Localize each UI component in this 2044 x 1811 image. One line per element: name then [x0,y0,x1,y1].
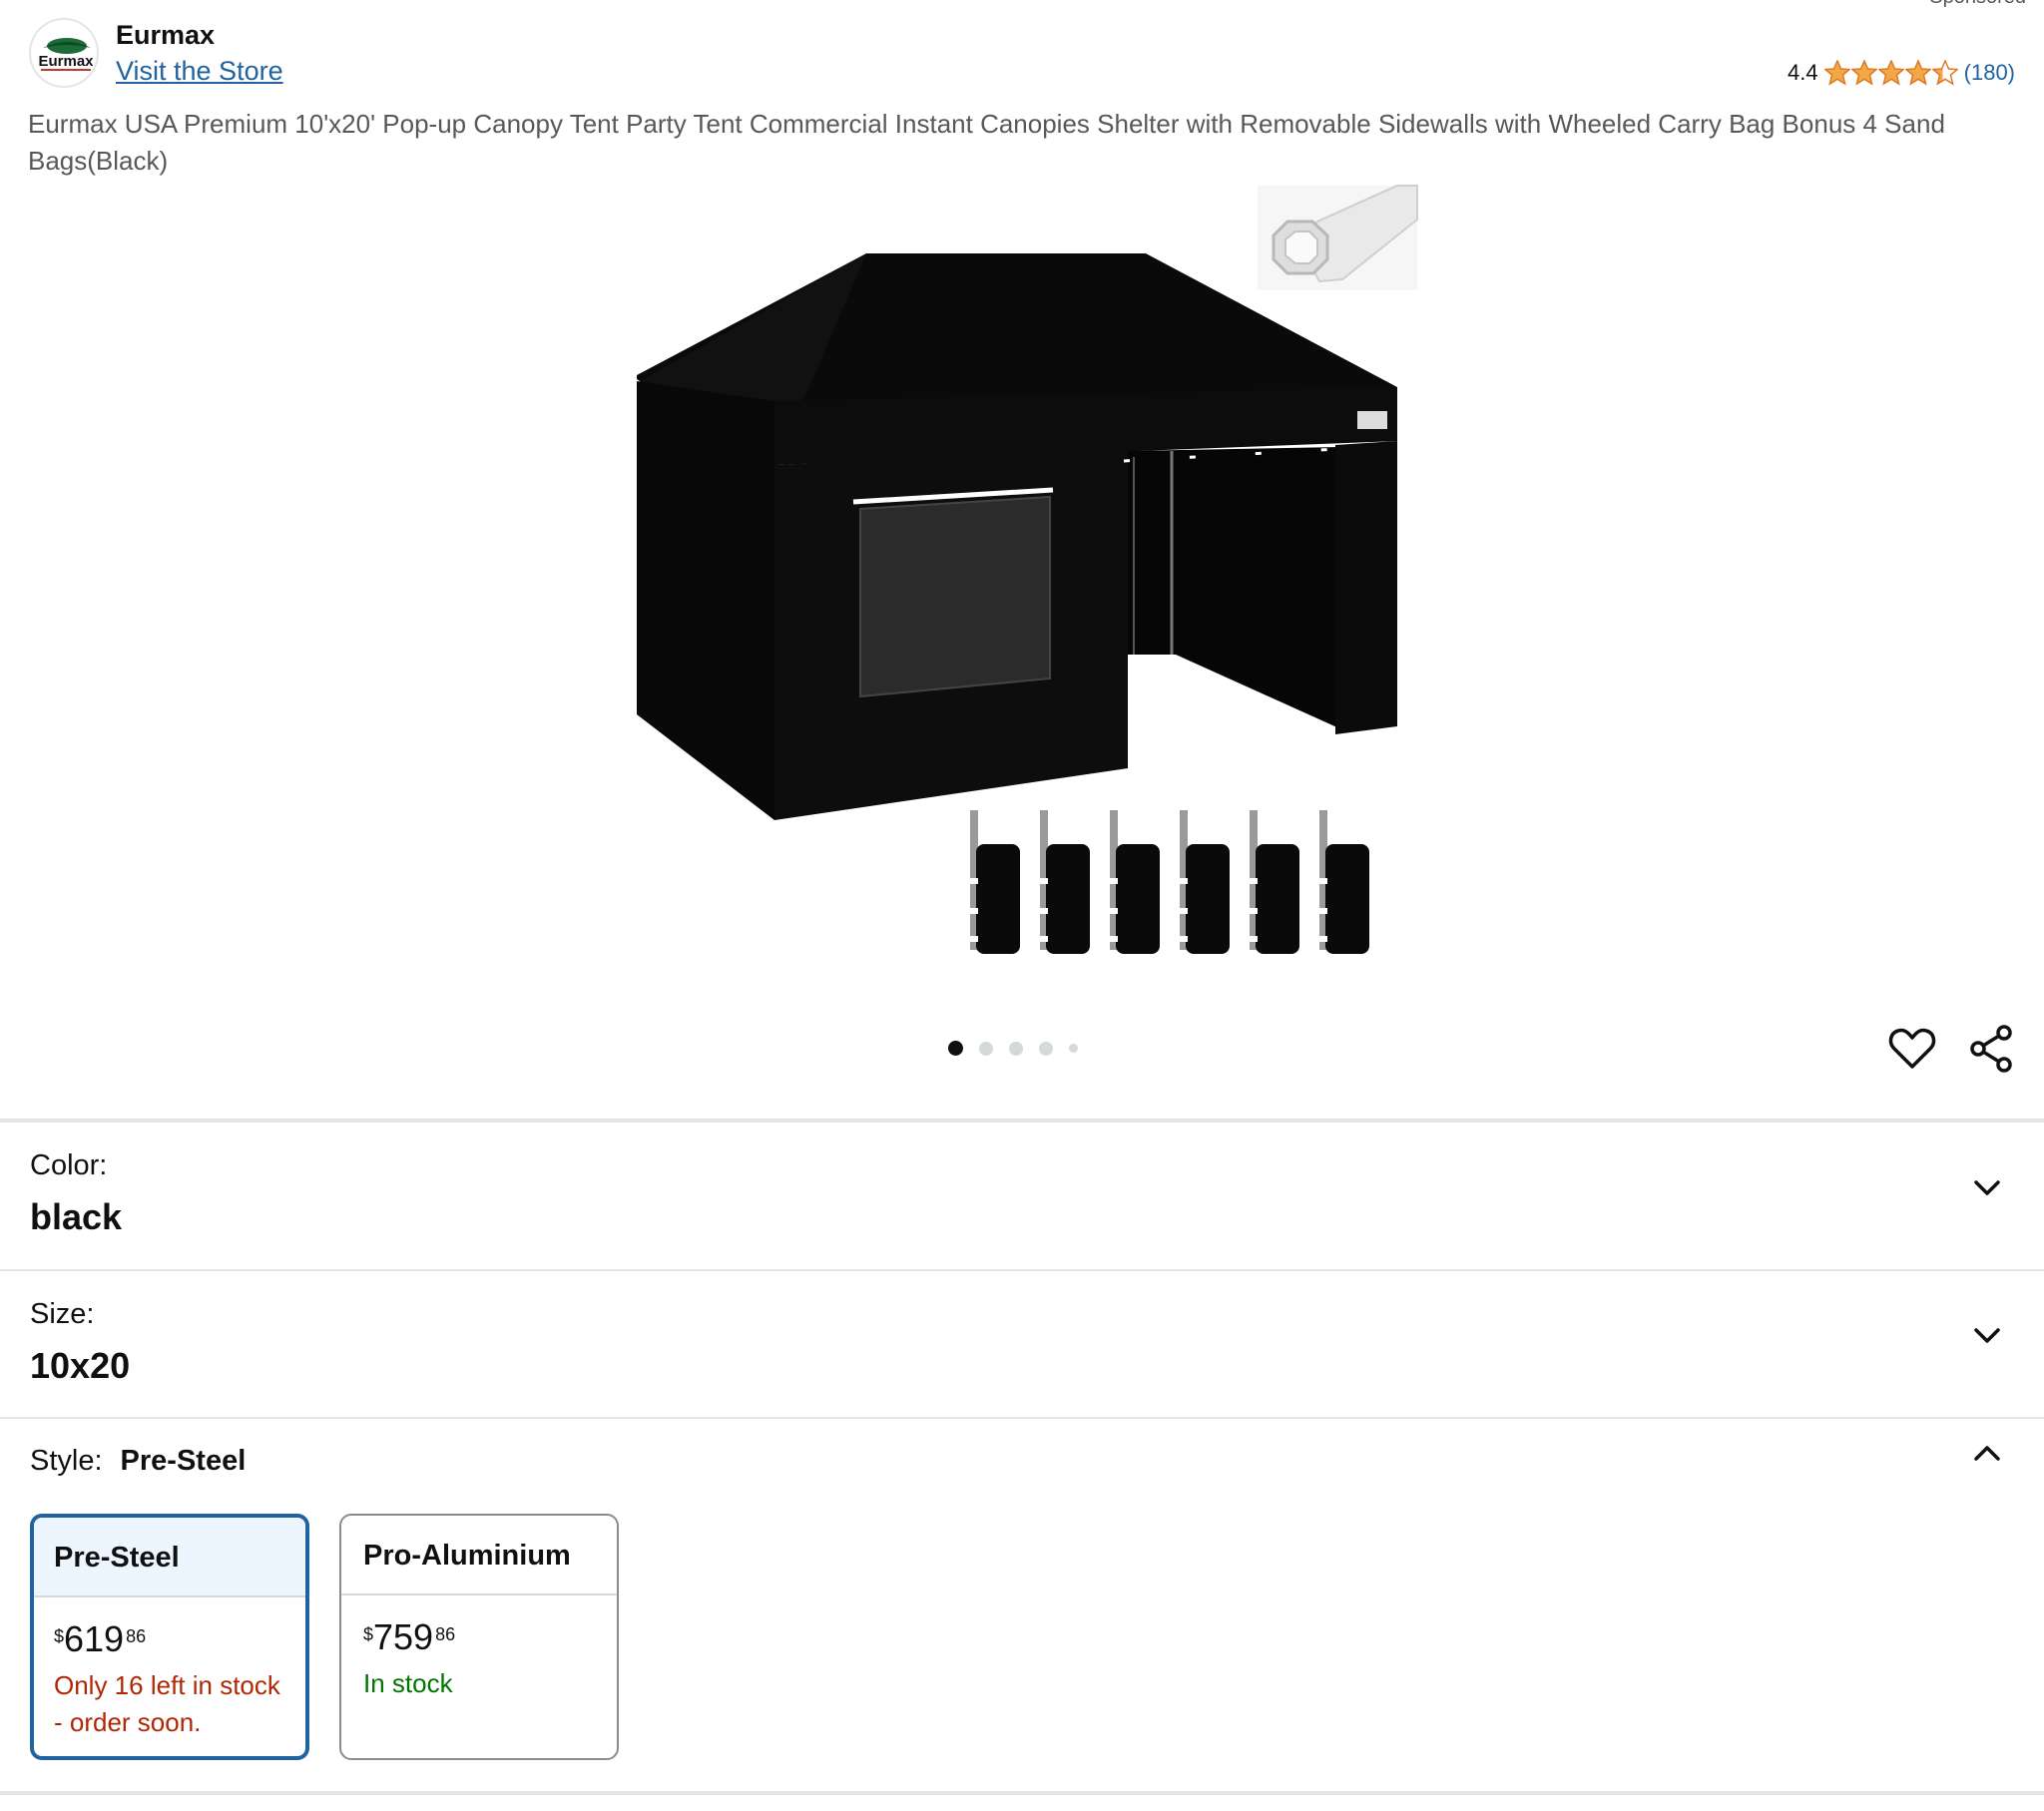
price-symbol: $ [54,1626,65,1646]
price-whole: 759 [373,1616,434,1657]
section-divider [0,1791,2044,1795]
frame-joint-inset [1258,185,1418,290]
product-image[interactable] [599,180,1427,978]
color-label: Color: [30,1149,108,1181]
style-header[interactable]: Style: Pre-Steel [30,1445,246,1478]
price-fraction: 86 [126,1626,147,1646]
star-icon [1877,60,1904,86]
star-icon [1904,60,1931,86]
availability-text: Only 16 left in stock - order soon. [54,1670,280,1737]
carousel-dot[interactable] [1039,1041,1053,1056]
chevron-down-icon[interactable] [1970,1318,2004,1352]
canopy-tent-image [637,185,1418,954]
section-divider [0,1417,2044,1419]
rating-summary[interactable]: 4.4 (180) [1788,60,2015,86]
visit-store-link[interactable]: Visit the Store [116,56,283,87]
size-label: Size: [30,1298,95,1330]
star-icon [1931,60,1958,86]
style-option-name: Pre-Steel [34,1518,305,1597]
carousel-dot[interactable] [1069,1044,1078,1053]
style-value: Pre-Steel [120,1445,247,1477]
star-icon [1823,60,1850,86]
style-option-pre-steel[interactable]: Pre-Steel $ 619 86 Only 16 left in stock… [30,1514,309,1760]
price-whole: 619 [64,1618,125,1659]
color-selector[interactable]: Color: black [0,1123,2044,1269]
svg-text:Eurmax: Eurmax [38,53,94,70]
heart-icon [1888,1028,1936,1069]
carousel-dot[interactable] [1009,1041,1023,1056]
star-icon [1850,60,1877,86]
share-button[interactable] [1966,1023,2018,1075]
carousel-dot[interactable] [948,1041,963,1056]
brand-header: Sponsored Eurmax Eurmax Visit the Store … [0,0,2044,100]
rating-value: 4.4 [1788,60,1818,85]
price-symbol: $ [363,1624,374,1644]
style-option-name: Pro-Aluminium [341,1516,617,1595]
rating-count-link[interactable]: (180) [1964,60,2015,86]
size-value: 10x20 [30,1345,131,1386]
share-icon [1970,1025,2012,1073]
sponsored-label: Sponsored [1929,0,2026,9]
chevron-up-icon[interactable] [1970,1437,2004,1471]
availability-text: In stock [363,1668,453,1698]
brand-logo[interactable]: Eurmax [29,18,99,88]
brand-name: Eurmax [116,20,216,50]
add-to-list-button[interactable] [1886,1023,1938,1075]
sand-bags [968,810,1369,954]
style-option-pro-aluminium[interactable]: Pro-Aluminium $ 759 86 In stock [339,1514,619,1760]
chevron-down-icon[interactable] [1970,1170,2004,1204]
style-option-price: $ 759 86 [363,1619,617,1655]
style-option-price: $ 619 86 [54,1621,305,1657]
carousel-dot[interactable] [979,1041,993,1056]
style-label: Style: [30,1445,103,1477]
color-value: black [30,1196,123,1237]
star-rating [1823,60,1958,86]
price-fraction: 86 [435,1624,456,1644]
eurmax-logo-icon: Eurmax [38,38,94,71]
image-carousel-dots[interactable] [948,1041,1078,1056]
product-title[interactable]: Eurmax USA Premium 10'x20' Pop-up Canopy… [28,106,2014,180]
size-selector[interactable]: Size: 10x20 [0,1271,2044,1417]
